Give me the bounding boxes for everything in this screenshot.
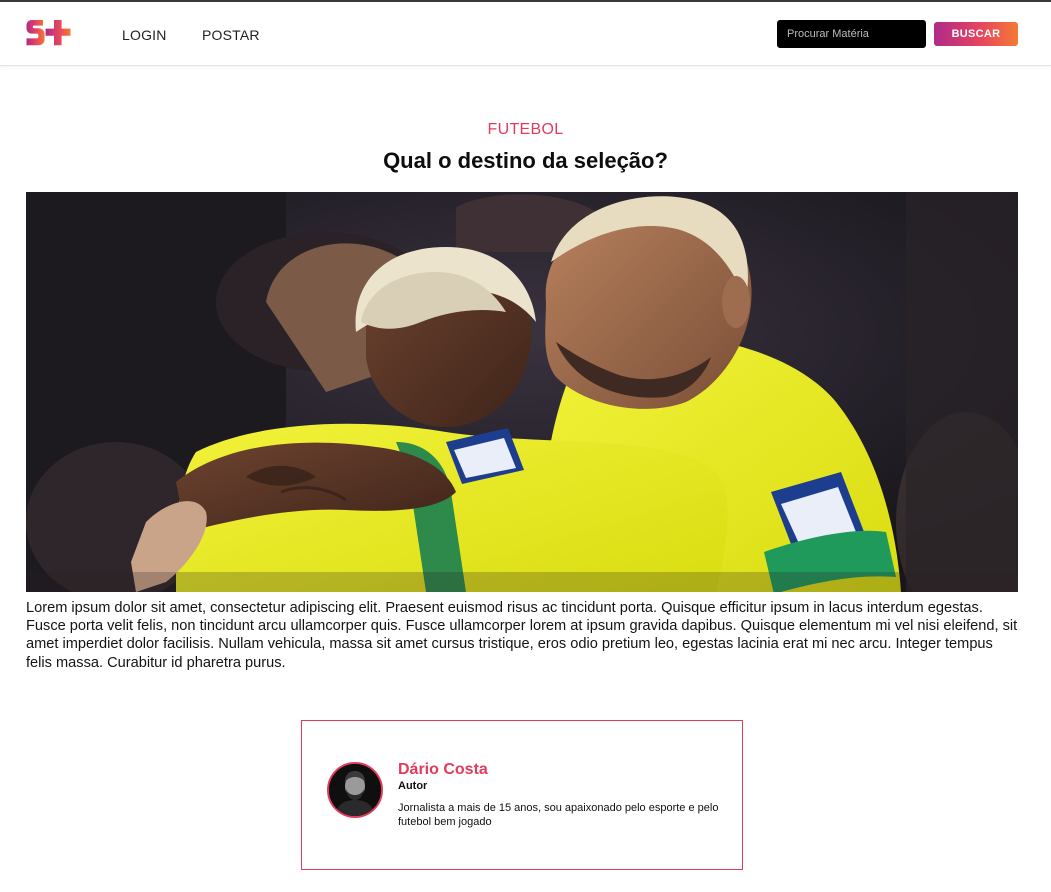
nav-login-link[interactable]: LOGIN bbox=[122, 27, 167, 43]
article-body: Lorem ipsum dolor sit amet, consectetur … bbox=[26, 600, 1018, 671]
brand-logo[interactable] bbox=[25, 17, 75, 49]
author-role: Autor bbox=[398, 780, 428, 792]
article-category: FUTEBOL bbox=[487, 121, 564, 138]
author-avatar bbox=[327, 762, 383, 818]
article-title: Qual o destino da seleção? bbox=[383, 148, 668, 173]
logo-icon bbox=[26, 20, 71, 46]
article-hero-image bbox=[26, 192, 1018, 592]
navbar: LOGIN POSTAR BUSCAR bbox=[0, 2, 1051, 66]
search-button[interactable]: BUSCAR bbox=[934, 22, 1018, 46]
author-card: Dário Costa Autor Jornalista a mais de 1… bbox=[301, 720, 743, 870]
search-input[interactable] bbox=[777, 20, 926, 48]
author-bio: Jornalista a mais de 15 anos, sou apaixo… bbox=[398, 802, 719, 828]
author-name: Dário Costa bbox=[398, 761, 488, 778]
nav-post-link[interactable]: POSTAR bbox=[202, 27, 260, 43]
